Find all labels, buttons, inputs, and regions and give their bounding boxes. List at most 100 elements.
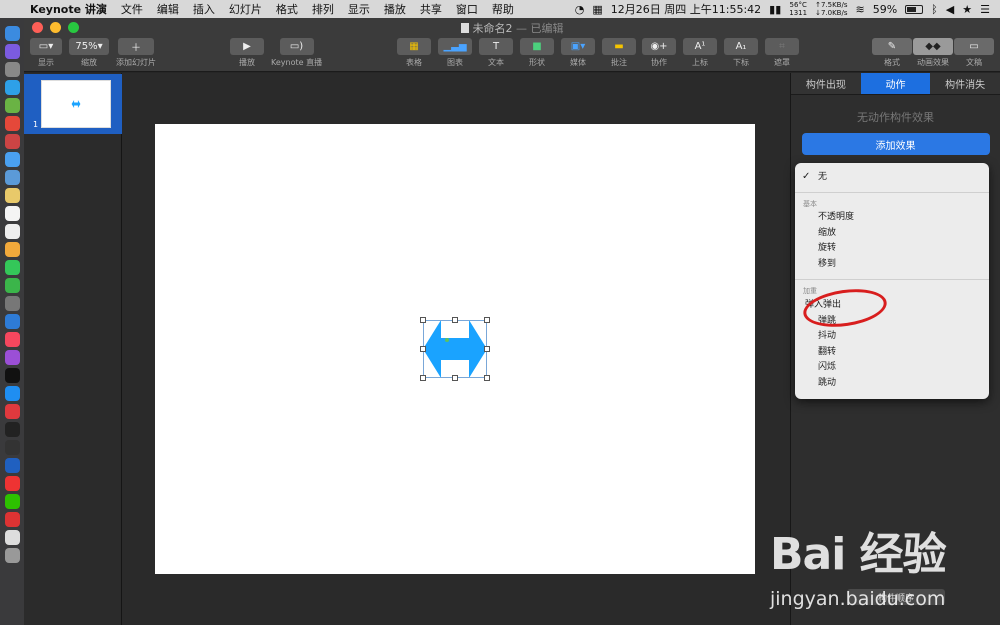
view-control[interactable]: ▭▾ 显示 (30, 38, 62, 68)
text-control[interactable]: T 文本 (479, 38, 513, 68)
netease-music-icon[interactable] (4, 512, 20, 527)
slide-thumbnail-selected[interactable]: 1 (24, 74, 122, 134)
menu-file[interactable]: 文件 (121, 1, 143, 17)
comment-icon[interactable]: ▬ (602, 38, 636, 55)
battery-percent[interactable]: 59% (873, 3, 897, 16)
resize-handle[interactable] (420, 317, 426, 323)
time-machine-icon[interactable]: ◔ (575, 3, 585, 16)
slide-canvas[interactable] (155, 124, 755, 574)
favorites-star-icon[interactable]: ★ (962, 3, 972, 16)
resize-handle[interactable] (420, 346, 426, 352)
launchpad-icon[interactable] (4, 62, 20, 77)
menu-item-scale[interactable]: 缩放 (795, 226, 989, 240)
podcasts-icon[interactable] (4, 350, 20, 365)
format-tab-control[interactable]: ✎ 格式 (872, 38, 912, 68)
resize-handle[interactable] (452, 375, 458, 381)
zoom-control[interactable]: 75% ▾ 缩放 (69, 38, 109, 68)
play-icon[interactable]: ▶ (230, 38, 264, 55)
subscript-control[interactable]: A₁ 下标 (724, 38, 758, 68)
menu-item-move-to[interactable]: 移到 (795, 257, 989, 271)
menu-help[interactable]: 帮助 (492, 1, 514, 17)
sound-icon[interactable]: ▮▮ (769, 3, 781, 16)
slide-thumbnail[interactable] (41, 80, 111, 128)
menu-play[interactable]: 播放 (384, 1, 406, 17)
keynote-icon[interactable] (4, 314, 20, 329)
table-control[interactable]: ▦ 表格 (397, 38, 431, 68)
app-icon[interactable] (4, 134, 20, 149)
app-store-icon[interactable] (4, 386, 20, 401)
selected-shape[interactable] (420, 317, 490, 381)
compass-icon[interactable] (4, 152, 20, 167)
volume-icon[interactable]: ◀ (946, 3, 954, 16)
add-slide-button[interactable]: ＋ (118, 38, 154, 55)
messages-icon[interactable] (4, 260, 20, 275)
wechat-icon[interactable] (4, 494, 20, 509)
battery-icon[interactable] (905, 4, 924, 14)
menu-item-jiggle[interactable]: 抖动 (795, 329, 989, 343)
superscript-control[interactable]: A¹ 上标 (683, 38, 717, 68)
text-icon[interactable]: T (479, 38, 513, 55)
chart-control[interactable]: ▁▃▅ 图表 (438, 38, 472, 68)
vpn-icon[interactable] (4, 458, 20, 473)
resize-handle[interactable] (484, 317, 490, 323)
android-icon[interactable] (4, 98, 20, 113)
add-slide-control[interactable]: ＋ 添加幻灯片 (116, 38, 156, 68)
menu-window[interactable]: 窗口 (456, 1, 478, 17)
menu-item-opacity[interactable]: 不透明度 (795, 210, 989, 224)
superscript-icon[interactable]: A¹ (683, 38, 717, 55)
menu-item-jump[interactable]: 跳动 (795, 376, 989, 390)
mask-control[interactable]: ⌗ 遮罩 (765, 38, 799, 68)
resize-handle[interactable] (484, 375, 490, 381)
calendar-icon[interactable]: ▦ (592, 3, 602, 16)
double-arrow-shape-icon[interactable] (423, 320, 487, 378)
trash-icon[interactable] (4, 548, 20, 563)
menu-view[interactable]: 显示 (348, 1, 370, 17)
collaborate-control[interactable]: ◉+ 协作 (642, 38, 676, 68)
reminders-icon[interactable] (4, 224, 20, 239)
bluetooth-icon[interactable]: ᛒ (931, 3, 938, 16)
animate-tab-control[interactable]: ◆◆ 动画效果 (913, 38, 953, 68)
play-control[interactable]: ▶ 播放 (230, 38, 264, 68)
keynote-live-icon[interactable]: ▭) (279, 38, 314, 55)
menu-item-none[interactable]: ✓ 无 (795, 170, 989, 184)
date-time[interactable]: 12月26日 周四 上午11:55:42 (611, 1, 761, 17)
menu-item-flip[interactable]: 翻转 (795, 345, 989, 359)
collaborate-icon[interactable]: ◉+ (642, 38, 676, 55)
menu-slide[interactable]: 幻灯片 (229, 1, 262, 17)
chrome-icon[interactable] (4, 116, 20, 131)
vivaldi-icon[interactable] (4, 404, 20, 419)
menu-share[interactable]: 共享 (420, 1, 442, 17)
tv-icon[interactable] (4, 368, 20, 383)
siri-icon[interactable] (4, 44, 20, 59)
finder-icon[interactable] (4, 26, 20, 41)
facetime-icon[interactable] (4, 278, 20, 293)
media-control[interactable]: ▣▾ 媒体 (561, 38, 595, 68)
activity-monitor-icon[interactable] (4, 440, 20, 455)
tab-build-in[interactable]: 构件出现 (791, 73, 861, 95)
subscript-icon[interactable]: A₁ (724, 38, 758, 55)
menu-arrange[interactable]: 排列 (312, 1, 334, 17)
media-icon[interactable]: ▣▾ (561, 38, 595, 55)
app-menu[interactable]: Keynote 讲演 (30, 1, 107, 17)
music-icon[interactable] (4, 332, 20, 347)
table-icon[interactable]: ▦ (397, 38, 431, 55)
menu-format[interactable]: 格式 (276, 1, 298, 17)
tab-build-out[interactable]: 构件消失 (930, 73, 1000, 95)
keynote-live-control[interactable]: ▭) Keynote 直播 (271, 38, 322, 68)
resize-handle[interactable] (452, 317, 458, 323)
menu-insert[interactable]: 插入 (193, 1, 215, 17)
file-icon[interactable] (4, 530, 20, 545)
settings-icon[interactable] (4, 296, 20, 311)
wifi-icon[interactable]: ≋ (856, 3, 865, 16)
shape-control[interactable]: ■ 形状 (520, 38, 554, 68)
comment-control[interactable]: ▬ 批注 (602, 38, 636, 68)
shape-icon[interactable]: ■ (520, 38, 554, 55)
yandex-icon[interactable] (4, 476, 20, 491)
safari-icon[interactable] (4, 80, 20, 95)
menu-item-blink[interactable]: 闪烁 (795, 360, 989, 374)
notes-icon[interactable] (4, 188, 20, 203)
calendar-app-icon[interactable] (4, 206, 20, 221)
format-brush-icon[interactable]: ✎ (872, 38, 912, 55)
menu-item-rotate[interactable]: 旋转 (795, 241, 989, 255)
mask-icon[interactable]: ⌗ (765, 38, 799, 55)
